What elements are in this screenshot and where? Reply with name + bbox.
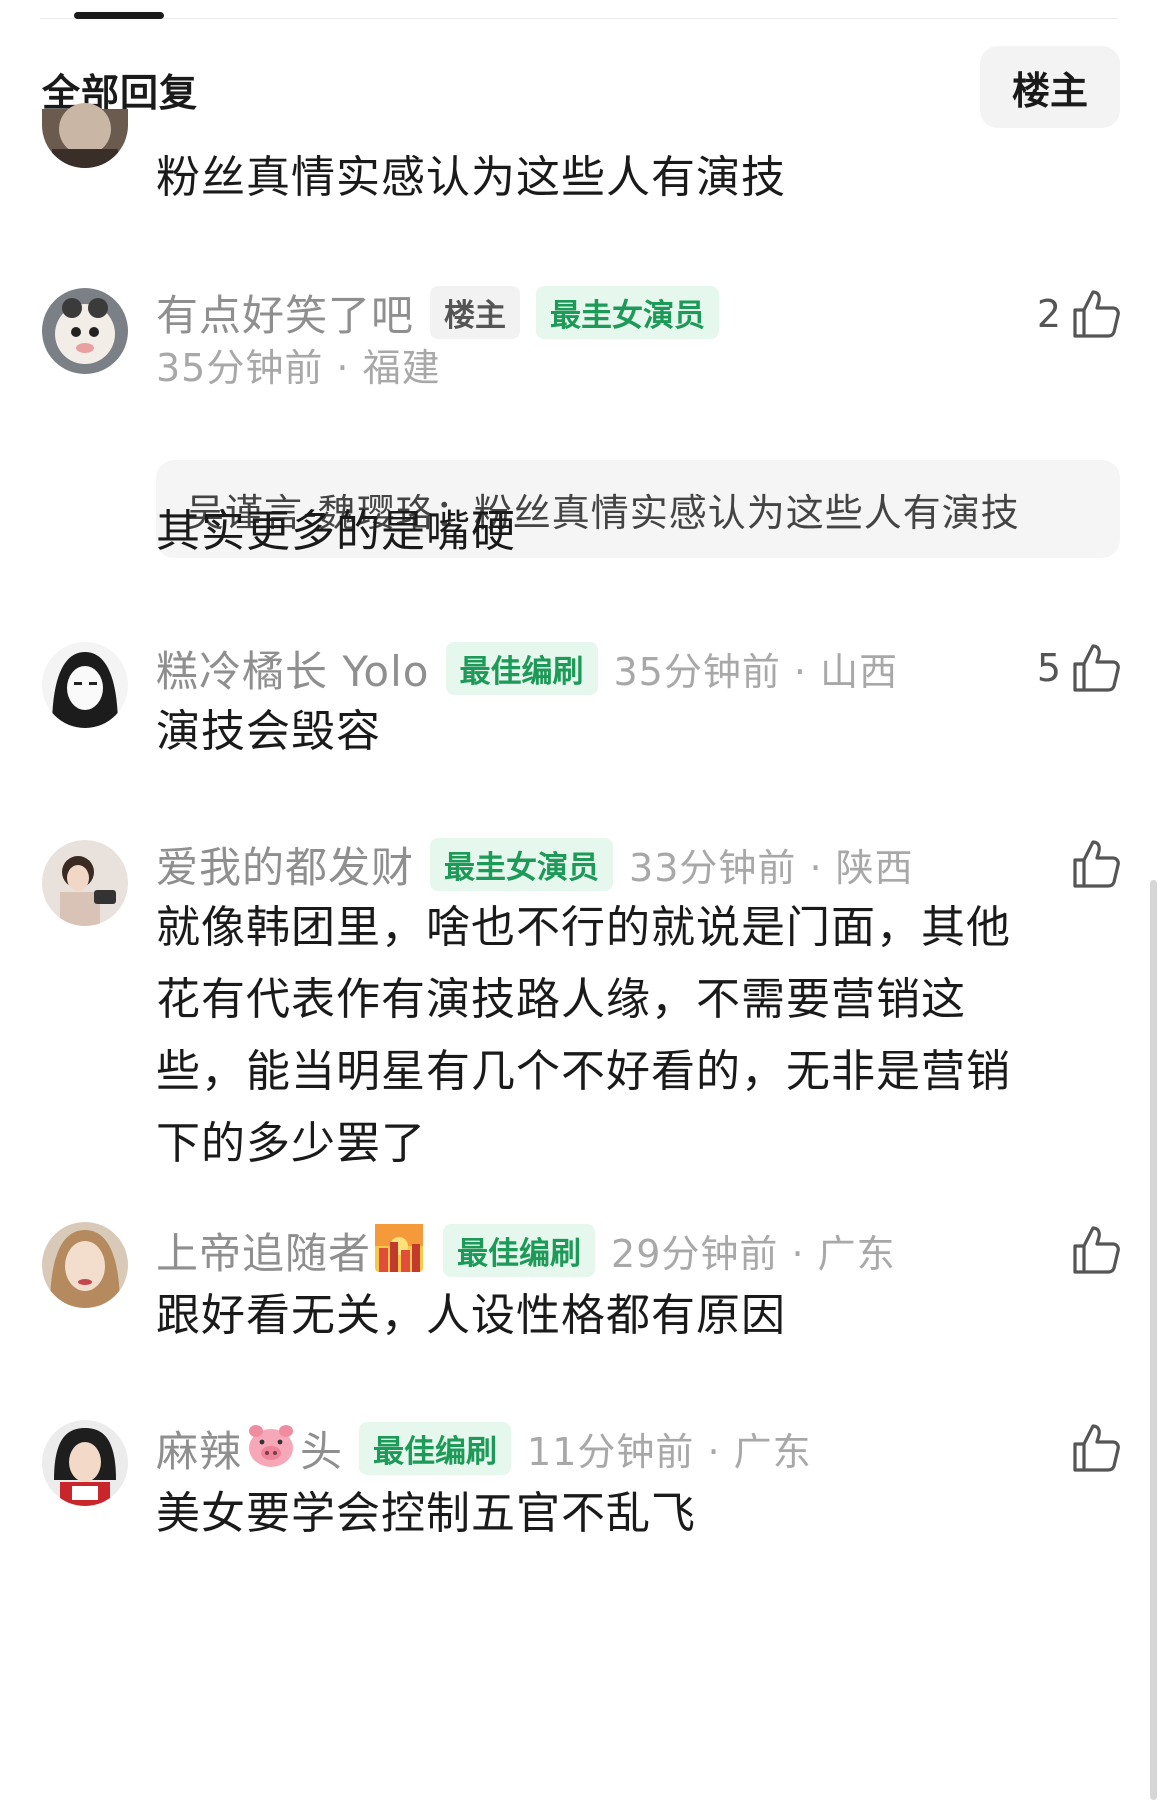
thumbs-up-icon bbox=[1071, 642, 1121, 694]
comment-meta: 上帝追随者 最佳编刷 29分钟前 · 广东 bbox=[156, 1222, 896, 1278]
like-button[interactable] bbox=[1071, 1418, 1121, 1478]
comment-text: 美女要学会控制五官不乱飞 bbox=[156, 1488, 696, 1539]
comment-meta: 麻辣 头 最佳编刷 11分钟前 · 广东 bbox=[156, 1420, 812, 1476]
thumbs-up-icon bbox=[1071, 288, 1121, 340]
comment-text-line: 就像韩团里，啥也不行的就说是门面，其他 bbox=[156, 902, 1011, 953]
scrollbar[interactable] bbox=[1150, 880, 1157, 1800]
comment-text: 其实更多的是嘴硬 bbox=[156, 506, 516, 557]
like-button[interactable]: 2 bbox=[1037, 284, 1121, 344]
op-only-filter-button[interactable]: 楼主 bbox=[980, 46, 1120, 128]
comment-meta: 有点好笑了吧 楼主 最圭女演员 bbox=[156, 282, 720, 343]
comment-meta: 糕冷橘长 Yolo 最佳编刷 35分钟前 · 山西 bbox=[156, 640, 898, 696]
title-badge: 最圭女演员 bbox=[430, 837, 614, 891]
title-badge: 最佳编刷 bbox=[445, 641, 598, 695]
time-location: 35分钟前 · 山西 bbox=[613, 649, 899, 694]
city-sunset-emoji bbox=[375, 1224, 424, 1276]
title-badge: 最佳编刷 bbox=[359, 1421, 512, 1475]
username-suffix[interactable]: 头 bbox=[300, 1418, 343, 1479]
title-badge: 最佳编刷 bbox=[443, 1223, 596, 1277]
like-button[interactable]: 5 bbox=[1037, 638, 1121, 698]
comment-text: 粉丝真情实感认为这些人有演技 bbox=[156, 152, 786, 203]
username[interactable]: 上帝追随者 bbox=[156, 1220, 371, 1281]
comment-text-line: 花有代表作有演技路人缘，不需要营销这 bbox=[156, 974, 966, 1025]
thumbs-up-icon bbox=[1071, 1224, 1121, 1276]
like-button[interactable] bbox=[1071, 834, 1121, 894]
avatar[interactable] bbox=[42, 642, 128, 728]
top-divider bbox=[40, 18, 1118, 19]
avatar[interactable] bbox=[42, 288, 128, 374]
comment-meta-time: 35分钟前 · 福建 bbox=[156, 336, 441, 392]
comment-text: 就像韩团里，啥也不行的就说是门面，其他 花有代表作有演技路人缘，不需要营销这 些… bbox=[156, 892, 1011, 1180]
username[interactable]: 爱我的都发财 bbox=[156, 834, 414, 895]
comment-text-line: 下的多少罢了 bbox=[156, 1118, 426, 1169]
comment-meta: 爱我的都发财 最圭女演员 33分钟前 · 陕西 bbox=[156, 836, 914, 892]
username[interactable]: 有点好笑了吧 bbox=[156, 282, 414, 343]
avatar[interactable] bbox=[42, 1420, 128, 1506]
avatar[interactable] bbox=[42, 100, 128, 168]
like-count: 5 bbox=[1036, 646, 1061, 690]
comment-text: 演技会毁容 bbox=[156, 706, 381, 757]
time-location: 35分钟前 · 福建 bbox=[156, 345, 441, 390]
thumbs-up-icon bbox=[1071, 838, 1121, 890]
comment-text-line: 些，能当明星有几个不好看的，无非是营销 bbox=[156, 1046, 1011, 1097]
username[interactable]: 麻辣 bbox=[156, 1418, 242, 1479]
op-badge: 楼主 bbox=[430, 285, 521, 339]
active-tab-indicator bbox=[74, 12, 164, 19]
like-button[interactable] bbox=[1071, 1220, 1121, 1280]
title-badge: 最圭女演员 bbox=[536, 285, 720, 339]
avatar[interactable] bbox=[42, 840, 128, 926]
like-count: 2 bbox=[1036, 292, 1061, 336]
time-location: 29分钟前 · 广东 bbox=[611, 1231, 896, 1276]
pig-face-emoji bbox=[246, 1423, 296, 1473]
avatar[interactable] bbox=[42, 1222, 128, 1308]
time-location: 33分钟前 · 陕西 bbox=[629, 845, 914, 890]
thumbs-up-icon bbox=[1071, 1422, 1121, 1474]
username[interactable]: 糕冷橘长 Yolo bbox=[156, 638, 430, 699]
time-location: 11分钟前 · 广东 bbox=[527, 1429, 812, 1474]
comment-text: 跟好看无关，人设性格都有原因 bbox=[156, 1290, 786, 1341]
